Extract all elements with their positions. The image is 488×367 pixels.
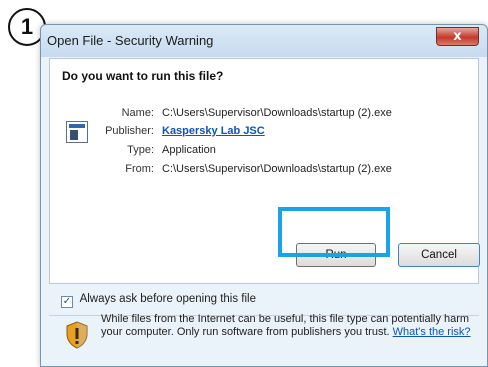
name-label: Name:: [121, 107, 154, 119]
publisher-label: Publisher:: [105, 125, 154, 137]
run-highlight-box: [278, 207, 390, 257]
window-title: Open File - Security Warning: [47, 33, 214, 48]
step-number: 1: [20, 14, 34, 39]
dialog-body: Do you want to run this file? Name: C:\U…: [49, 58, 480, 284]
type-label: Type:: [127, 144, 154, 156]
title-bar: Open File - Security Warning x: [41, 25, 487, 57]
dialog-question: Do you want to run this file?: [62, 69, 224, 83]
cancel-button[interactable]: Cancel: [398, 243, 480, 267]
warning-area: While files from the Internet can be use…: [55, 307, 475, 363]
type-value: Application: [162, 144, 216, 156]
security-shield-icon: [66, 321, 88, 349]
always-ask-label: Always ask before opening this file: [79, 293, 256, 305]
always-ask-row[interactable]: ✓ Always ask before opening this file: [61, 293, 256, 308]
risk-link[interactable]: What's the risk?: [393, 326, 471, 338]
close-icon: x: [453, 29, 462, 44]
close-button[interactable]: x: [436, 27, 479, 46]
from-value: C:\Users\Supervisor\Downloads\startup (2…: [162, 163, 392, 175]
name-value: C:\Users\Supervisor\Downloads\startup (2…: [162, 107, 392, 119]
from-label: From:: [125, 163, 154, 175]
warning-message: While files from the Internet can be use…: [101, 313, 473, 339]
publisher-link[interactable]: Kaspersky Lab JSC: [162, 125, 265, 137]
security-warning-dialog: Open File - Security Warning x Do you wa…: [40, 24, 488, 367]
